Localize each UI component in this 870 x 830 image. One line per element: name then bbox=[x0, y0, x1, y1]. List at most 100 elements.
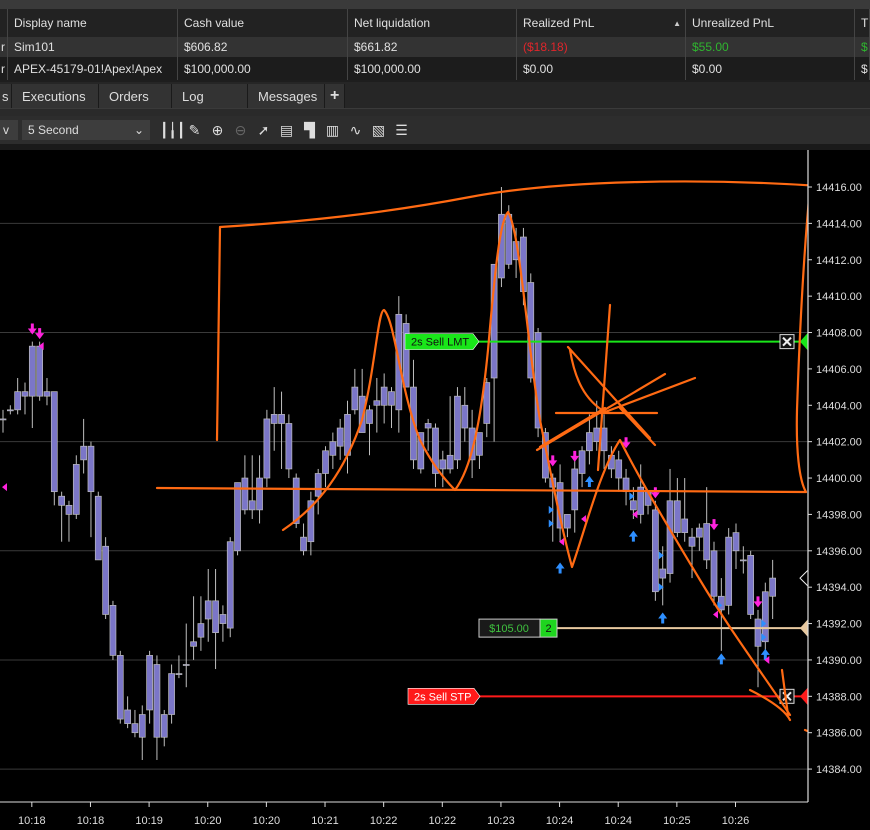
col-header-cash-value[interactable]: Cash value bbox=[178, 9, 348, 37]
candle-body bbox=[571, 468, 579, 511]
candle-body bbox=[6, 409, 14, 412]
time-tick-label: 10:21 bbox=[311, 815, 339, 827]
candle-body bbox=[695, 527, 703, 538]
net-liquidation-cell: $100,000.00 bbox=[348, 57, 517, 80]
indicators-icon[interactable]: ∿ bbox=[344, 122, 367, 139]
zoom-in-icon[interactable]: ⊕ bbox=[206, 122, 229, 139]
zoom-out-icon[interactable]: ⊖ bbox=[229, 122, 252, 139]
candle bbox=[402, 314, 410, 388]
candle bbox=[564, 514, 571, 538]
chevron-down-icon: ⌄ bbox=[133, 123, 144, 137]
interval-dropdown[interactable]: 5 Second ⌄ bbox=[22, 120, 150, 140]
candle-body bbox=[615, 459, 623, 479]
up-arrow-icon bbox=[628, 530, 638, 542]
splitter[interactable] bbox=[0, 108, 870, 116]
tab-log[interactable]: Log bbox=[172, 84, 248, 108]
candle bbox=[615, 450, 623, 492]
price-chart[interactable]: 2s Sell LMT14407.502s Sell STP14388.00$1… bbox=[0, 150, 870, 830]
down-arrow-icon bbox=[35, 328, 45, 340]
candle bbox=[72, 455, 80, 519]
interval-label: 5 Second bbox=[28, 123, 79, 137]
col-header-unrealized-pnl[interactable]: Unrealized PnL bbox=[686, 9, 855, 37]
candle-body bbox=[366, 409, 373, 424]
cash-value-cell: $100,000.00 bbox=[178, 57, 348, 80]
candle-body bbox=[761, 591, 769, 643]
candle-body bbox=[710, 550, 718, 597]
candle-body bbox=[652, 509, 659, 593]
candle bbox=[248, 455, 256, 519]
col-header-display-name[interactable]: Display name bbox=[8, 9, 178, 37]
chart-trader-icon[interactable]: ▜ bbox=[298, 122, 321, 139]
col-header-realized-pnl[interactable]: Realized PnL ▲ bbox=[517, 9, 686, 37]
candle bbox=[168, 664, 175, 724]
candle-body bbox=[102, 545, 109, 615]
candle-body bbox=[58, 495, 65, 506]
candle bbox=[446, 396, 454, 474]
candle bbox=[212, 568, 219, 670]
candle bbox=[21, 382, 29, 415]
candle bbox=[769, 559, 777, 620]
chart-style-icon[interactable]: ▥ bbox=[321, 122, 344, 139]
candle-body bbox=[586, 432, 593, 452]
candle bbox=[388, 387, 395, 429]
order-lines: 2s Sell LMT14407.502s Sell STP14388.00$1… bbox=[404, 332, 870, 706]
sell-stop-order-label: 2s Sell STP bbox=[414, 691, 471, 703]
tab-truncated[interactable]: s bbox=[0, 84, 12, 108]
candle bbox=[754, 609, 762, 688]
candle bbox=[124, 696, 131, 729]
candle bbox=[197, 596, 205, 651]
candle bbox=[175, 655, 183, 679]
price-tick-label: 14408.00 bbox=[816, 328, 862, 340]
candle bbox=[366, 405, 373, 456]
candle-body bbox=[732, 532, 740, 552]
up-arrow-icon bbox=[658, 612, 668, 624]
price-tick-label: 14414.00 bbox=[816, 218, 862, 230]
candle bbox=[336, 418, 344, 460]
candle-body bbox=[36, 345, 44, 397]
realized-pnl-cell: $0.00 bbox=[517, 57, 686, 80]
draw-pencil-icon[interactable]: ✎ bbox=[183, 122, 206, 139]
candle-body bbox=[402, 323, 410, 388]
price-tick-label: 14388.00 bbox=[816, 691, 862, 703]
candle-body bbox=[688, 536, 696, 547]
col-header-truncated[interactable]: T bbox=[855, 9, 870, 37]
up-arrow-icon bbox=[716, 653, 726, 665]
col-header-net-liquidation[interactable]: Net liquidation bbox=[348, 9, 517, 37]
tab-orders[interactable]: Orders bbox=[99, 84, 172, 108]
strategies-icon[interactable]: ▧ bbox=[367, 122, 390, 139]
chevron-down-icon: v bbox=[3, 123, 9, 137]
time-tick-label: 10:24 bbox=[546, 815, 574, 827]
candle bbox=[109, 600, 117, 660]
candle bbox=[87, 441, 95, 538]
instrument-dropdown[interactable]: v bbox=[0, 120, 18, 140]
table-row[interactable]: r APEX-45179-01!Apex!Apex $100,000.00 $1… bbox=[0, 57, 870, 80]
price-tick-label: 14416.00 bbox=[816, 182, 862, 194]
tab-executions[interactable]: Executions bbox=[12, 84, 99, 108]
col-header-prefix[interactable] bbox=[0, 9, 8, 37]
down-arrow-icon bbox=[709, 519, 719, 531]
tab-messages[interactable]: Messages bbox=[248, 84, 325, 108]
down-arrow-icon bbox=[753, 596, 763, 608]
candle-body bbox=[476, 432, 483, 456]
left-triangle-icon bbox=[713, 610, 719, 619]
time-tick-label: 10:26 bbox=[722, 815, 750, 827]
candle bbox=[695, 523, 703, 551]
candle bbox=[725, 528, 733, 615]
unrealized-pnl-cell: $0.00 bbox=[686, 57, 855, 80]
candle-body bbox=[278, 414, 285, 424]
up-arrow-icon bbox=[584, 476, 594, 488]
title-strip bbox=[0, 0, 870, 9]
candle-body bbox=[681, 518, 689, 533]
candle bbox=[65, 500, 73, 542]
properties-list-icon[interactable]: ☰ bbox=[390, 122, 413, 139]
add-tab-button[interactable]: + bbox=[325, 84, 346, 108]
candle-body bbox=[285, 423, 293, 470]
data-box-icon[interactable]: ▤ bbox=[275, 122, 298, 139]
price-tick-label: 14398.00 bbox=[816, 509, 862, 521]
price-axis: 14416.00 14414.00 14412.00 14410.00 14408.00… bbox=[807, 150, 870, 830]
pointer-icon[interactable]: ➚ bbox=[252, 122, 275, 139]
table-row[interactable]: r Sim101 $606.82 $661.82 ($18.18) $55.00… bbox=[0, 37, 870, 57]
bar-type-icon[interactable]: ┃╽┃ bbox=[160, 122, 185, 139]
price-tick-label: 14412.00 bbox=[816, 255, 862, 267]
candle bbox=[263, 409, 271, 488]
